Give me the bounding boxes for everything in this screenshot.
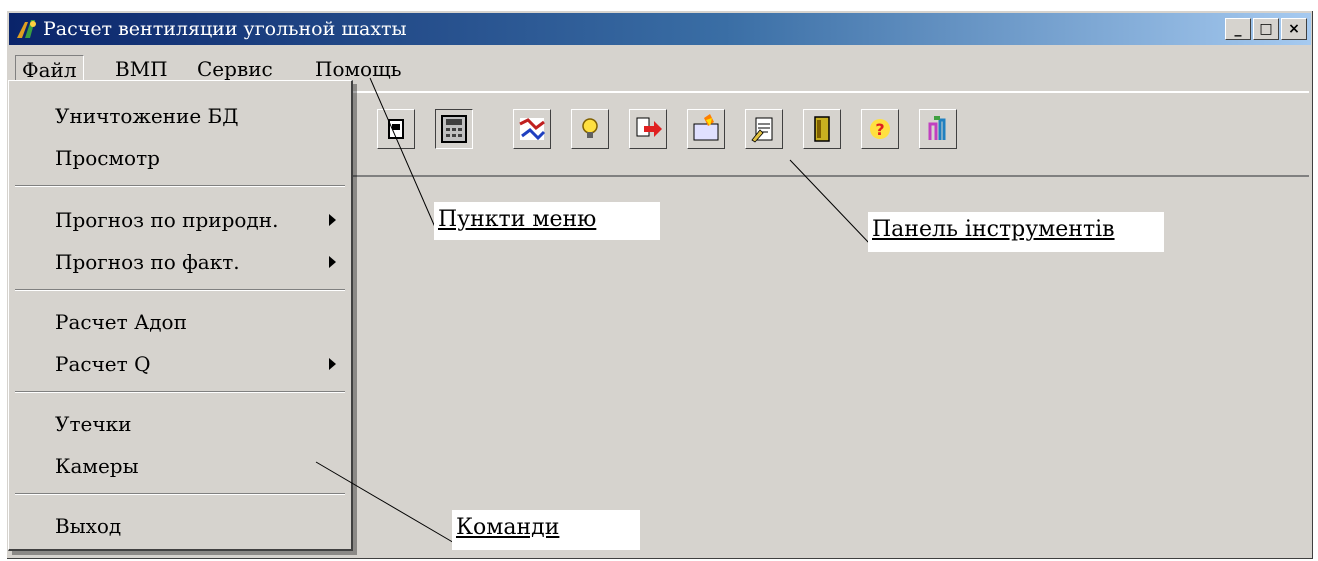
callout-line-commands: [315, 461, 457, 545]
callout-menu-items: Пункти меню: [434, 202, 660, 240]
callout-lines: [315, 77, 871, 545]
callout-line-menu: [369, 77, 439, 235]
callout-toolbar: Панель інструментів: [868, 212, 1164, 252]
callout-commands: Команди: [452, 510, 640, 550]
callout-line-toolbar: [789, 159, 871, 245]
